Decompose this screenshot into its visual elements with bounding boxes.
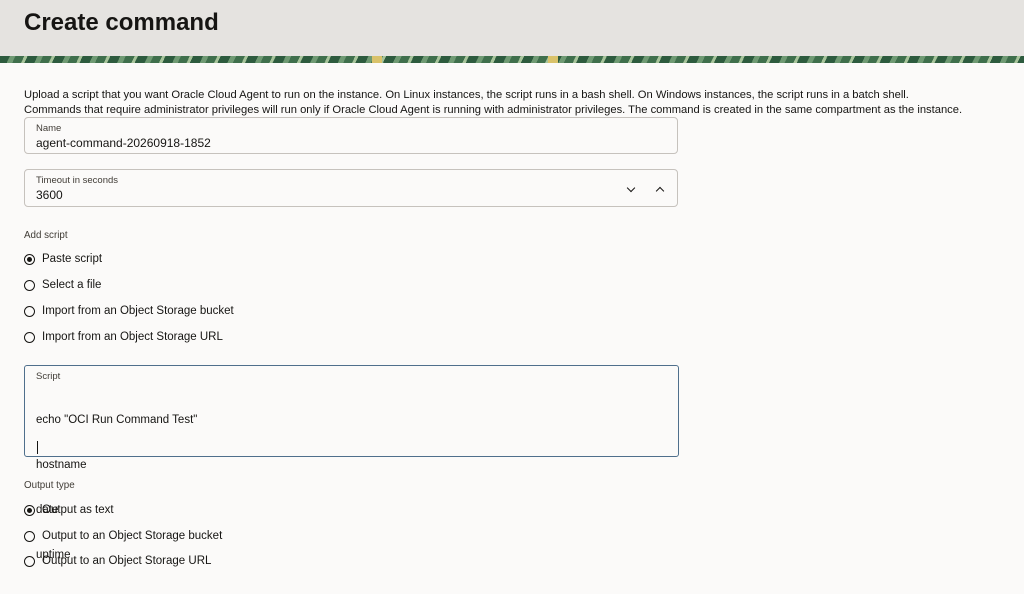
timeout-field-label: Timeout in seconds — [36, 175, 119, 186]
name-field[interactable]: Name agent-command-20260918-1852 — [24, 117, 678, 154]
radio-button-icon[interactable] — [24, 555, 35, 567]
radio-label: Output as text — [42, 504, 114, 516]
radio-label: Select a file — [42, 279, 102, 291]
output-type-label: Output type — [24, 480, 75, 491]
banner-accent — [372, 56, 382, 63]
radio-button-icon[interactable] — [24, 279, 35, 291]
text-cursor — [37, 441, 38, 454]
radio-import-bucket[interactable]: Import from an Object Storage bucket — [24, 305, 234, 317]
radio-select-file[interactable]: Select a file — [24, 279, 101, 291]
radio-paste-script[interactable]: Paste script — [24, 253, 102, 265]
page-title: Create command — [24, 9, 219, 36]
increment-button[interactable] — [651, 180, 669, 198]
add-script-label: Add script — [24, 230, 68, 241]
name-field-label: Name — [36, 123, 62, 134]
radio-button-icon[interactable] — [24, 253, 35, 265]
script-field-label: Script — [36, 371, 61, 382]
decorative-banner — [0, 56, 1024, 63]
radio-button-icon[interactable] — [24, 305, 35, 317]
page-description: Upload a script that you want Oracle Clo… — [24, 88, 1014, 118]
radio-output-url[interactable]: Output to an Object Storage URL — [24, 555, 211, 567]
chevron-down-icon — [626, 183, 636, 192]
script-line: echo "OCI Run Command Test" — [36, 414, 198, 426]
banner-accent — [548, 56, 558, 63]
description-line: Upload a script that you want Oracle Clo… — [24, 89, 909, 101]
decrement-button[interactable] — [622, 180, 640, 198]
timeout-input[interactable]: 3600 — [36, 188, 63, 202]
script-line: hostname — [36, 459, 87, 471]
radio-label: Output to an Object Storage bucket — [42, 530, 223, 542]
page-header: Create command — [0, 0, 1024, 56]
script-textarea[interactable]: Script echo "OCI Run Command Test" hostn… — [24, 365, 679, 561]
name-input[interactable]: agent-command-20260918-1852 — [36, 136, 211, 150]
timeout-field[interactable]: Timeout in seconds 3600 — [24, 169, 678, 207]
radio-import-url[interactable]: Import from an Object Storage URL — [24, 331, 223, 343]
radio-label: Paste script — [42, 253, 103, 265]
radio-button-icon[interactable] — [24, 504, 35, 516]
radio-button-icon[interactable] — [24, 331, 35, 343]
radio-output-bucket[interactable]: Output to an Object Storage bucket — [24, 530, 222, 542]
radio-label: Output to an Object Storage URL — [42, 555, 212, 567]
radio-button-icon[interactable] — [24, 530, 35, 542]
chevron-up-icon — [655, 186, 665, 195]
radio-output-text[interactable]: Output as text — [24, 504, 114, 516]
radio-label: Import from an Object Storage bucket — [42, 305, 234, 317]
radio-label: Import from an Object Storage URL — [42, 331, 223, 343]
description-line: Commands that require administrator priv… — [24, 104, 963, 116]
